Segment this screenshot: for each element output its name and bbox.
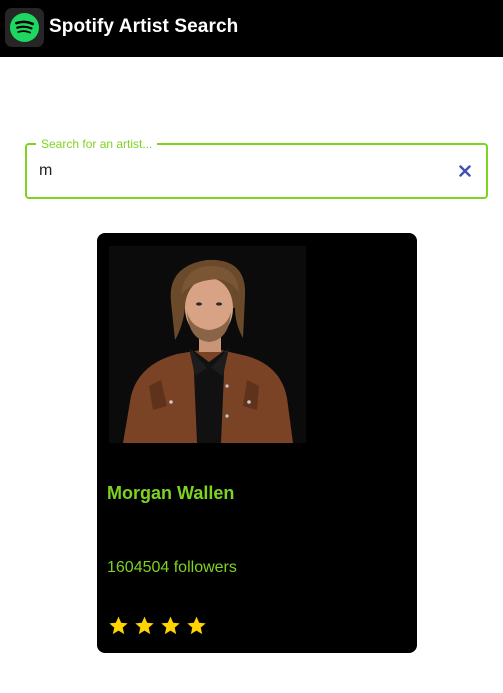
search-label: Search for an artist... (36, 136, 158, 152)
artist-card[interactable]: Morgan Wallen 1604504 followers (97, 233, 417, 653)
search-field[interactable]: Search for an artist... (25, 136, 488, 199)
artist-photo (109, 246, 306, 443)
star-icon (187, 616, 206, 635)
artist-rating (107, 615, 208, 637)
artist-followers: 1604504 followers (107, 559, 237, 576)
search-input[interactable] (39, 159, 439, 183)
app-bar: Spotify Artist Search (0, 0, 503, 57)
artist-name: Morgan Wallen (107, 483, 235, 503)
star-icon (109, 616, 128, 635)
clear-search-button[interactable] (456, 162, 474, 180)
star-icon (161, 616, 180, 635)
star-icon (135, 616, 154, 635)
close-icon (459, 165, 471, 177)
spotify-logo-icon (5, 8, 44, 47)
app-title: Spotify Artist Search (49, 16, 239, 37)
